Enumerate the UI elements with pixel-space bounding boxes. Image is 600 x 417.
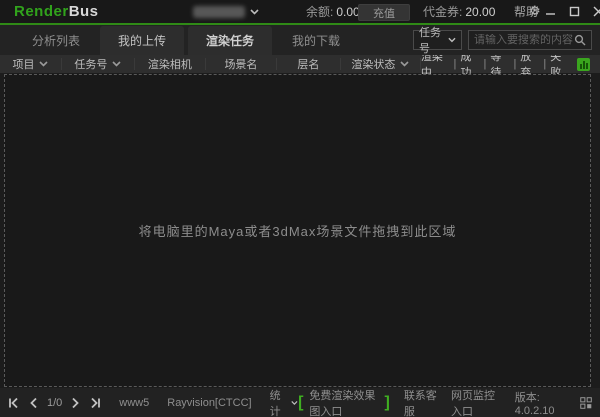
voucher-value: 20.00 <box>465 4 496 19</box>
filter-separator: | <box>453 58 457 70</box>
tab-render-tasks[interactable]: 渲染任务 <box>188 26 273 55</box>
app-logo: RenderBus <box>14 3 99 20</box>
drop-hint-text: 将电脑里的Maya或者3dMax场景文件拖拽到此区域 <box>138 224 457 239</box>
filter-separator: | <box>483 58 487 70</box>
search-box <box>468 30 592 50</box>
chevron-down-icon <box>39 61 49 67</box>
next-page-icon[interactable] <box>71 397 80 409</box>
search-icon[interactable] <box>574 34 586 46</box>
table-header: 项目 任务号 渲染相机 场景名 层名 渲染状态 渲染中 | 成功 | 等待 | … <box>0 51 600 79</box>
column-header-scene-name[interactable]: 场景名 <box>206 58 277 71</box>
search-area: 任务号 <box>413 27 592 55</box>
contact-support-link[interactable]: 联系客服 <box>404 387 437 417</box>
maximize-button[interactable] <box>569 6 580 17</box>
server-node: www5 <box>119 396 150 409</box>
bracket-right: ] <box>384 393 390 411</box>
balance-value: 0.00 <box>336 4 360 19</box>
recharge-button[interactable]: 充值 <box>358 4 410 21</box>
column-header-task-no[interactable]: 任务号 <box>62 58 135 71</box>
page-indicator: 1/0 <box>47 396 63 409</box>
gear-icon[interactable]: ⚙ <box>529 3 541 19</box>
tab-analysis-list[interactable]: 分析列表 <box>14 25 98 55</box>
account-dropdown[interactable] <box>193 4 265 20</box>
search-field-dropdown[interactable]: 任务号 <box>413 27 462 55</box>
close-button[interactable] <box>593 6 600 17</box>
column-header-render-camera[interactable]: 渲染相机 <box>135 58 206 71</box>
free-render-entry-link[interactable]: [ 免费渲染效果图入口 ] <box>298 387 390 417</box>
statistics-chart-icon[interactable] <box>577 57 591 71</box>
voucher-info: 代金券: 20.00 <box>423 3 495 20</box>
search-input[interactable] <box>474 34 574 46</box>
file-drop-area[interactable]: 将电脑里的Maya或者3dMax场景文件拖拽到此区域 <box>4 74 591 387</box>
prev-page-icon[interactable] <box>29 397 38 409</box>
chevron-down-icon <box>112 61 121 67</box>
column-header-project[interactable]: 项目 <box>0 58 62 71</box>
chevron-down-icon <box>400 61 409 67</box>
stats-dropdown[interactable]: 统计 <box>270 387 298 417</box>
free-render-entry-label: 免费渲染效果图入口 <box>309 389 376 417</box>
first-page-icon[interactable] <box>8 397 20 409</box>
minimize-button[interactable] <box>545 6 556 17</box>
column-header-layer-name[interactable]: 层名 <box>277 58 341 71</box>
filter-separator: | <box>513 58 517 70</box>
web-monitor-link[interactable]: 网页监控入口 <box>451 387 501 417</box>
chevron-down-icon <box>448 37 456 43</box>
filter-separator: | <box>543 58 547 70</box>
search-field-label: 任务号 <box>419 27 441 55</box>
statusbar-right: [ 免费渲染效果图入口 ] 联系客服 网页监控入口 版本: 4.0.2.10 <box>298 387 592 417</box>
status-bar: 1/0 www5 Rayvision[CTCC] 统计 [ 免费渲染效果图入口 … <box>0 388 600 417</box>
bracket-left: [ <box>298 393 304 411</box>
voucher-label: 代金券: <box>423 5 463 19</box>
version-info: 版本: 4.0.2.10 <box>514 391 555 417</box>
chevron-down-icon <box>291 400 298 405</box>
chevron-down-icon <box>250 9 259 15</box>
titlebar: RenderBus 余额: 0.00 充值 代金券: 20.00 帮助 ⚙ <box>0 0 600 25</box>
tab-my-downloads[interactable]: 我的下载 <box>274 25 358 55</box>
column-header-render-status[interactable]: 渲染状态 <box>341 58 421 71</box>
last-page-icon[interactable] <box>89 397 101 409</box>
tab-my-uploads[interactable]: 我的上传 <box>100 26 185 55</box>
window-controls <box>545 6 600 17</box>
pagination: 1/0 <box>8 397 101 409</box>
balance-label: 余额: <box>306 5 334 19</box>
logo-text-render: Render <box>14 3 69 20</box>
tab-bar: 分析列表 我的上传 渲染任务 我的下载 任务号 <box>0 25 600 55</box>
network-line: Rayvision[CTCC] <box>167 396 252 409</box>
logo-text-bus: Bus <box>68 3 99 20</box>
qr-code-icon[interactable] <box>580 395 592 411</box>
account-name-masked <box>193 6 245 18</box>
